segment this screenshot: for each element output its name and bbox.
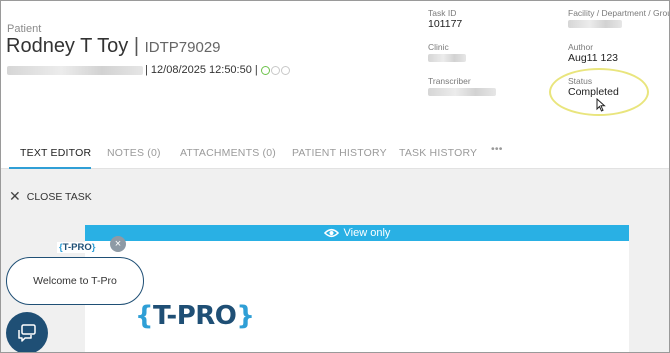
- patient-name: Rodney T Toy: [6, 35, 129, 57]
- tab-more[interactable]: •••: [491, 143, 503, 155]
- author-value: Aug11 123: [568, 52, 619, 64]
- status-indicators: [260, 65, 290, 75]
- task-id-label: Task ID: [428, 8, 457, 18]
- welcome-text: Welcome to T-Pro: [33, 275, 117, 287]
- tab-text-editor[interactable]: TEXT EDITOR: [20, 147, 91, 159]
- patient-subline: | 12/08/2025 12:50:50 |: [7, 64, 290, 76]
- task-id-value: 101177: [428, 18, 463, 30]
- document-page: [85, 241, 629, 352]
- task-view: Patient Rodney T Toy | IDTP79029 | 12/08…: [0, 0, 670, 353]
- tab-notes[interactable]: NOTES (0): [107, 147, 161, 159]
- close-icon: ✕: [9, 188, 21, 204]
- view-only-bar: View only: [85, 225, 629, 241]
- patient-label: Patient: [7, 23, 42, 35]
- facility-label: Facility / Department / Group: [568, 8, 670, 18]
- view-only-label: View only: [343, 227, 391, 239]
- facility-value-redacted: [568, 20, 622, 28]
- patient-id: IDTP79029: [144, 39, 221, 56]
- task-tabs: TEXT EDITOR NOTES (0) ATTACHMENTS (0) PA…: [1, 141, 669, 169]
- welcome-chat-bubble[interactable]: Welcome to T-Pro: [6, 257, 144, 305]
- status-dot-icon: [270, 65, 280, 75]
- close-task-button[interactable]: ✕ CLOSE TASK: [9, 188, 92, 205]
- eye-icon: [323, 228, 339, 238]
- clinic-label: Clinic: [428, 42, 449, 52]
- name-separator: |: [133, 35, 140, 57]
- status-dot-icon: [260, 65, 270, 75]
- tpro-chat-logo: {T-PRO}: [57, 242, 98, 253]
- task-timestamp: | 12/08/2025 12:50:50 |: [145, 64, 258, 76]
- clinic-value-redacted: [428, 54, 466, 62]
- transcriber-label: Transcriber: [428, 76, 471, 86]
- redacted-text: [7, 65, 143, 75]
- chat-button[interactable]: [6, 312, 48, 352]
- author-label: Author: [568, 42, 594, 52]
- transcriber-value-redacted: [428, 88, 496, 96]
- tab-patient-history[interactable]: PATIENT HISTORY: [292, 147, 387, 159]
- close-task-label: CLOSE TASK: [26, 190, 92, 203]
- status-dot-icon: [280, 65, 290, 75]
- chat-icon: [18, 324, 36, 342]
- tab-task-history[interactable]: TASK HISTORY: [399, 147, 477, 159]
- patient-header: Rodney T Toy | IDTP79029: [6, 35, 221, 58]
- mouse-cursor-icon: [596, 98, 606, 112]
- close-bubble-button[interactable]: ×: [110, 236, 126, 252]
- tab-attachments[interactable]: ATTACHMENTS (0): [180, 147, 276, 159]
- tpro-document-logo: {T-PRO}: [135, 301, 255, 331]
